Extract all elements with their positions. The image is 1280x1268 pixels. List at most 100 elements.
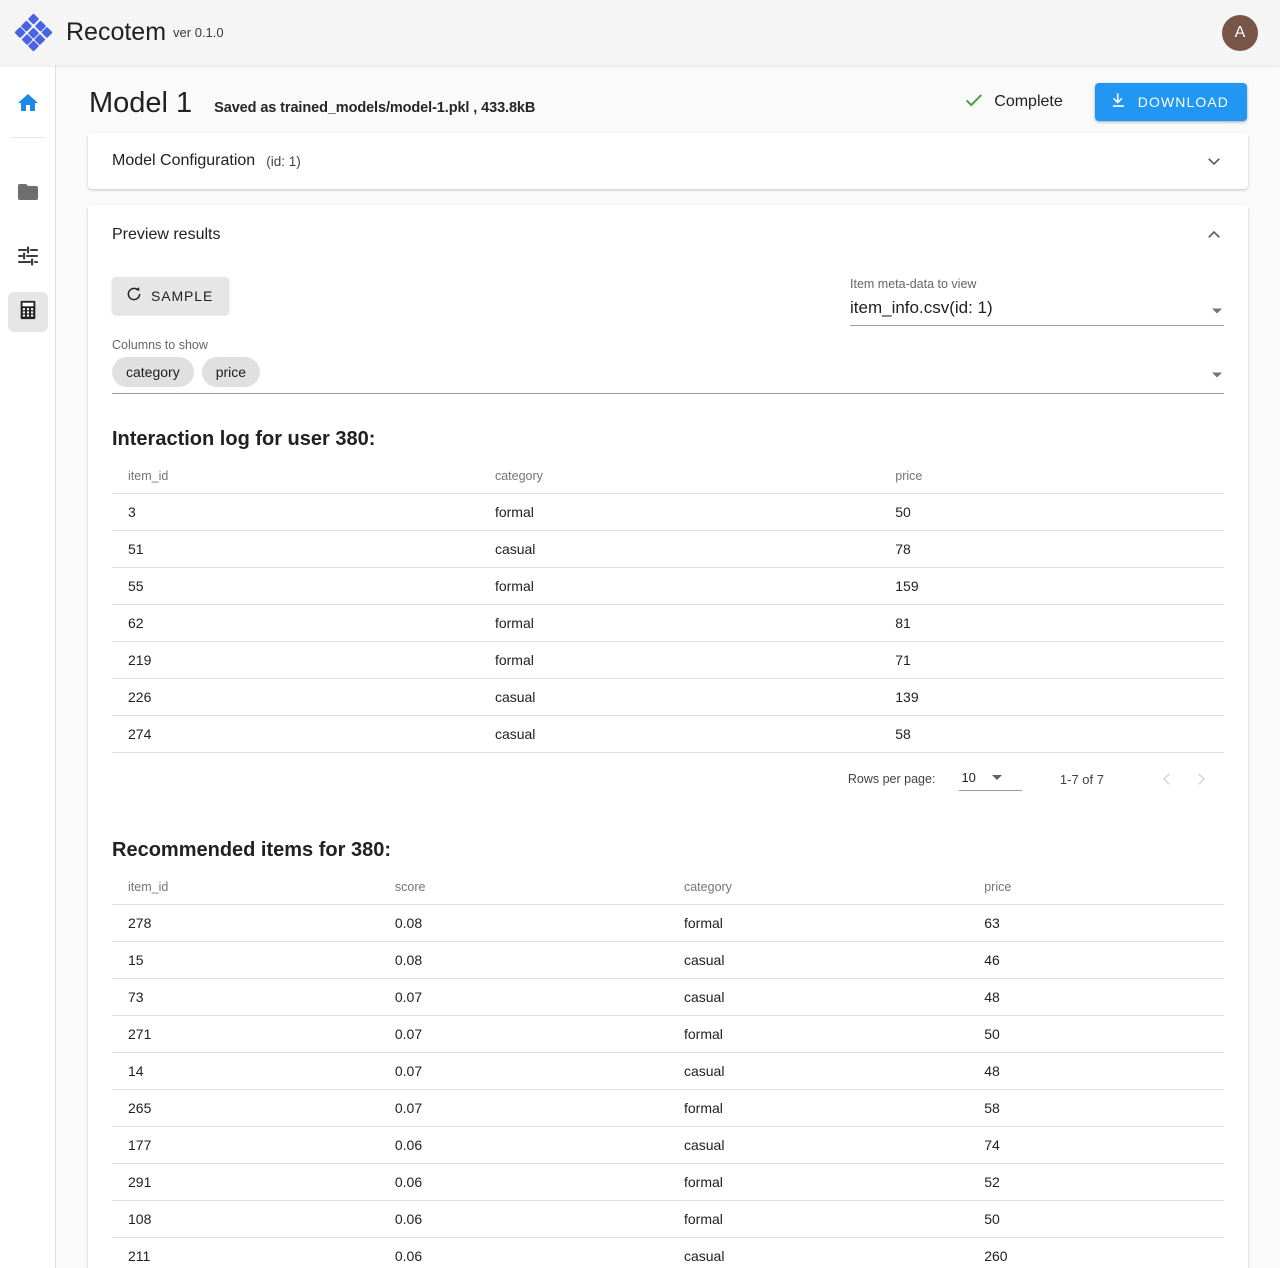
table-cell: 219 <box>112 642 479 679</box>
app-bar: Recotem ver 0.1.0 A <box>0 0 1280 65</box>
avatar[interactable]: A <box>1222 15 1258 51</box>
interaction-log-table: item_idcategoryprice 3formal5051casual78… <box>112 463 1224 753</box>
table-cell: 0.07 <box>379 979 668 1016</box>
table-cell: formal <box>668 1164 968 1201</box>
column-header: score <box>379 874 668 905</box>
columns-to-show-select[interactable]: category price <box>112 357 1224 394</box>
column-header: price <box>968 874 1224 905</box>
download-icon <box>1109 91 1138 113</box>
table-cell: 48 <box>968 979 1224 1016</box>
preview-results-title: Preview results <box>112 226 220 244</box>
table-row: 2710.07formal50 <box>112 1016 1224 1053</box>
recommended-items-table: item_idscorecategoryprice 2780.08formal6… <box>112 874 1224 1268</box>
table-cell: 0.07 <box>379 1053 668 1090</box>
table-cell: casual <box>668 1127 968 1164</box>
table-cell: 0.07 <box>379 1090 668 1127</box>
column-header: item_id <box>112 463 479 494</box>
table-row: 219formal71 <box>112 642 1224 679</box>
table-row: 150.08casual46 <box>112 942 1224 979</box>
table-cell: 260 <box>968 1238 1224 1268</box>
table-cell: 0.07 <box>379 1016 668 1053</box>
table-cell: 0.06 <box>379 1164 668 1201</box>
item-metadata-value: item_info.csv <box>850 298 949 318</box>
table-row: 1080.06formal50 <box>112 1201 1224 1238</box>
avatar-initial: A <box>1235 24 1246 42</box>
table-cell: 50 <box>879 494 1224 531</box>
table-header-row: item_idscorecategoryprice <box>112 874 1224 905</box>
table-cell: formal <box>479 605 879 642</box>
table-cell: 63 <box>968 905 1224 942</box>
table-row: 51casual78 <box>112 531 1224 568</box>
tune-icon <box>16 244 40 273</box>
table-cell: formal <box>668 905 968 942</box>
sidebar-item-tuning[interactable] <box>8 238 48 278</box>
sample-button-label: SAMPLE <box>151 288 213 304</box>
table-cell: 52 <box>968 1164 1224 1201</box>
table-cell: 0.06 <box>379 1201 668 1238</box>
check-icon <box>963 89 985 116</box>
rows-per-page-select[interactable]: 10 <box>959 768 1021 791</box>
download-button-label: DOWNLOAD <box>1138 94 1229 110</box>
table-cell: 265 <box>112 1090 379 1127</box>
interaction-log-body: 3formal5051casual7855formal15962formal81… <box>112 494 1224 753</box>
page-header: Model 1 Saved as trained_models/model-1.… <box>56 65 1280 133</box>
table-row: 2780.08formal63 <box>112 905 1224 942</box>
status-badge: Complete <box>963 89 1062 116</box>
table-cell: 14 <box>112 1053 379 1090</box>
sample-button[interactable]: SAMPLE <box>112 277 229 314</box>
table-cell: 62 <box>112 605 479 642</box>
column-header: category <box>668 874 968 905</box>
table-cell: 74 <box>968 1127 1224 1164</box>
table-cell: 50 <box>968 1201 1224 1238</box>
table-cell: 108 <box>112 1201 379 1238</box>
chevron-down-icon[interactable] <box>1202 149 1226 173</box>
main-content: Model 1 Saved as trained_models/model-1.… <box>56 65 1280 1268</box>
preview-results-card: Preview results SAMPLE Item meta <box>88 205 1248 1268</box>
item-metadata-select[interactable]: item_info.csv (id: 1) <box>850 296 1224 326</box>
page-header-actions: Complete DOWNLOAD <box>963 83 1247 121</box>
recotem-diamond-logo-icon <box>14 13 52 51</box>
table-cell: casual <box>479 531 879 568</box>
table-cell: 81 <box>879 605 1224 642</box>
next-page-button[interactable] <box>1184 762 1218 796</box>
preview-results-header[interactable]: Preview results <box>88 205 1248 265</box>
table-cell: 0.08 <box>379 942 668 979</box>
chevron-down-icon[interactable] <box>1212 308 1222 313</box>
download-button[interactable]: DOWNLOAD <box>1095 83 1247 121</box>
recommended-items-title: Recommended items for 380: <box>112 839 1224 862</box>
item-metadata-label: Item meta-data to view <box>850 277 1224 291</box>
column-chip[interactable]: category <box>112 357 194 387</box>
table-cell: casual <box>668 979 968 1016</box>
sidebar-item-home[interactable] <box>8 85 48 125</box>
model-configuration-card[interactable]: Model Configuration (id: 1) <box>88 133 1248 189</box>
table-cell: 55 <box>112 568 479 605</box>
table-header-row: item_idcategoryprice <box>112 463 1224 494</box>
chevron-up-icon[interactable] <box>1202 223 1226 247</box>
app-logo <box>0 19 66 46</box>
table-cell: 48 <box>968 1053 1224 1090</box>
table-cell: 46 <box>968 942 1224 979</box>
table-cell: 58 <box>879 716 1224 753</box>
chevron-down-icon[interactable] <box>1212 373 1222 378</box>
table-cell: 139 <box>879 679 1224 716</box>
table-cell: formal <box>479 642 879 679</box>
sidebar-item-trained-models[interactable] <box>8 292 48 332</box>
previous-page-button[interactable] <box>1150 762 1184 796</box>
table-row: 1770.06casual74 <box>112 1127 1224 1164</box>
table-cell: 278 <box>112 905 379 942</box>
sidebar-item-projects[interactable] <box>8 174 48 214</box>
item-metadata-field[interactable]: Item meta-data to view item_info.csv (id… <box>850 277 1224 326</box>
table-row: 55formal159 <box>112 568 1224 605</box>
table-cell: casual <box>668 1053 968 1090</box>
table-row: 3formal50 <box>112 494 1224 531</box>
model-configuration-title: Model Configuration <box>112 152 255 170</box>
columns-to-show-field[interactable]: Columns to show categoryprice <box>112 338 1224 394</box>
rail-spacer-c <box>0 278 55 292</box>
model-configuration-header[interactable]: Model Configuration (id: 1) <box>88 133 1248 189</box>
table-cell: 159 <box>879 568 1224 605</box>
table-cell: formal <box>668 1016 968 1053</box>
table-cell: 291 <box>112 1164 379 1201</box>
table-cell: 0.08 <box>379 905 668 942</box>
column-chip[interactable]: price <box>202 357 260 387</box>
table-cell: 211 <box>112 1238 379 1268</box>
